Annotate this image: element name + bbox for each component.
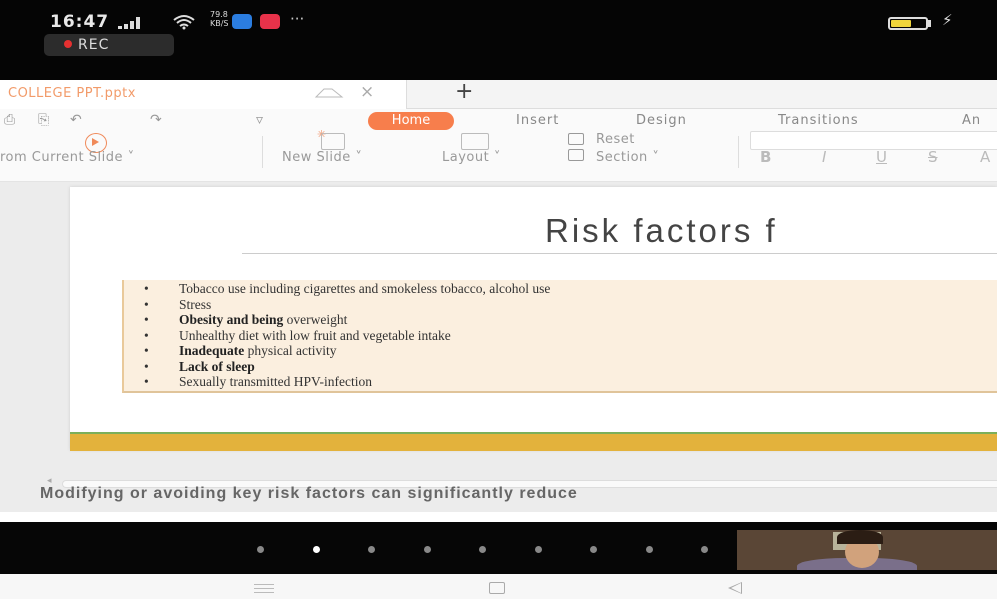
- reset-button[interactable]: Reset: [596, 132, 635, 147]
- tab-insert[interactable]: Insert: [516, 113, 559, 128]
- bullet-point-icon: •: [144, 327, 149, 343]
- save-icon[interactable]: ⎙: [4, 112, 15, 128]
- customize-quick-access-icon[interactable]: ▿: [256, 112, 263, 128]
- bullet-text: Lack of sleep: [179, 359, 255, 375]
- redo-icon[interactable]: ↷: [150, 112, 162, 128]
- bullet-text: Tobacco use including cigarettes and smo…: [179, 281, 551, 296]
- bold-button[interactable]: B: [760, 148, 771, 166]
- page-dot[interactable]: [257, 546, 264, 553]
- font-name-field[interactable]: [750, 131, 997, 150]
- page-dot[interactable]: [645, 546, 653, 553]
- page-dot[interactable]: [423, 546, 431, 553]
- bullet-point-icon: •: [144, 312, 149, 327]
- bullet-bold-text: Inadequate: [179, 343, 245, 358]
- bullet-point-icon: •: [144, 374, 149, 389]
- record-dot-icon: [64, 40, 72, 48]
- new-slide-icon[interactable]: [321, 133, 345, 150]
- strikethrough-button[interactable]: S: [928, 148, 938, 166]
- person-hair: [837, 530, 883, 544]
- bullet-text: Sexually transmitted HPV-infection: [179, 374, 372, 389]
- new-slide-button[interactable]: New Slide ˅: [282, 150, 362, 165]
- undo-icon[interactable]: ↶: [70, 112, 82, 128]
- ribbon-divider: [262, 136, 263, 168]
- bullet-text: Inadequate physical activity: [179, 343, 337, 358]
- layout-button[interactable]: Layout ˅: [442, 150, 501, 165]
- page-dot[interactable]: [701, 546, 708, 553]
- italic-button[interactable]: I: [822, 148, 826, 166]
- section-icon[interactable]: [568, 149, 584, 161]
- reset-icon[interactable]: [568, 133, 584, 145]
- page-dot[interactable]: [590, 546, 597, 553]
- tab-transitions[interactable]: Transitions: [778, 113, 859, 128]
- recording-label: REC: [78, 37, 110, 53]
- bullet-point-icon: •: [144, 296, 149, 312]
- title-underline: [242, 253, 997, 254]
- network-speed: 79.8 KB/S: [210, 10, 229, 28]
- clock: 16:47: [50, 12, 110, 32]
- new-tab-button[interactable]: +: [455, 79, 473, 104]
- battery-icon: [888, 17, 928, 30]
- wifi-icon: [173, 15, 195, 30]
- underline-button[interactable]: U: [876, 148, 887, 166]
- telegram-notification-icon: [232, 14, 252, 29]
- bullet-text: Unhealthy diet with low fruit and vegeta…: [179, 327, 451, 343]
- tab-animations[interactable]: An: [962, 113, 981, 128]
- font-color-button[interactable]: A: [980, 148, 990, 166]
- video-thumbnail[interactable]: [737, 530, 997, 570]
- recording-indicator[interactable]: REC: [44, 34, 174, 56]
- layout-icon[interactable]: [461, 133, 489, 150]
- cloud-sync-icon[interactable]: [312, 85, 346, 99]
- section-button[interactable]: Section ˅: [596, 150, 659, 165]
- ribbon-divider: [738, 136, 739, 168]
- from-current-slide-button[interactable]: rom Current Slide ˅: [0, 150, 135, 165]
- bullet-point-icon: •: [144, 343, 149, 358]
- bullet-bold-text: Lack of sleep: [179, 358, 255, 374]
- print-preview-icon[interactable]: ⎘: [38, 112, 49, 128]
- bullet-point-icon: •: [144, 358, 149, 374]
- battery-tip: [928, 20, 931, 27]
- slide-notes[interactable]: Modifying or avoiding key risk factors c…: [40, 485, 578, 503]
- tab-design[interactable]: Design: [636, 113, 687, 128]
- page-dot[interactable]: [312, 546, 320, 553]
- tab-home[interactable]: Home: [368, 112, 454, 130]
- slide-accent-bar: [70, 434, 997, 451]
- bullet-bold-text: Obesity and being: [179, 312, 284, 327]
- bullet-point-icon: •: [144, 281, 149, 296]
- bullet-text: Stress: [179, 296, 212, 312]
- close-tab-button[interactable]: ×: [360, 82, 374, 102]
- page-dot[interactable]: [368, 546, 375, 553]
- play-triangle-icon: [92, 138, 99, 146]
- bullet-text: Obesity and being overweight: [179, 312, 348, 327]
- bullet-list-box[interactable]: • Tobacco use including cigarettes and sm…: [122, 280, 997, 393]
- more-notifications-icon: ···: [290, 10, 305, 28]
- signal-icon: [118, 17, 140, 29]
- charging-icon: ⚡: [942, 11, 953, 29]
- slide-title[interactable]: Risk factors f: [545, 212, 778, 250]
- home-button[interactable]: [489, 582, 505, 594]
- document-tab-title[interactable]: COLLEGE PPT.pptx: [8, 86, 136, 101]
- page-dot[interactable]: [479, 546, 486, 553]
- back-icon-inner: [731, 583, 741, 593]
- page-dot[interactable]: [534, 546, 542, 553]
- youtube-notification-icon: [260, 14, 280, 29]
- recent-apps-button[interactable]: [254, 584, 274, 596]
